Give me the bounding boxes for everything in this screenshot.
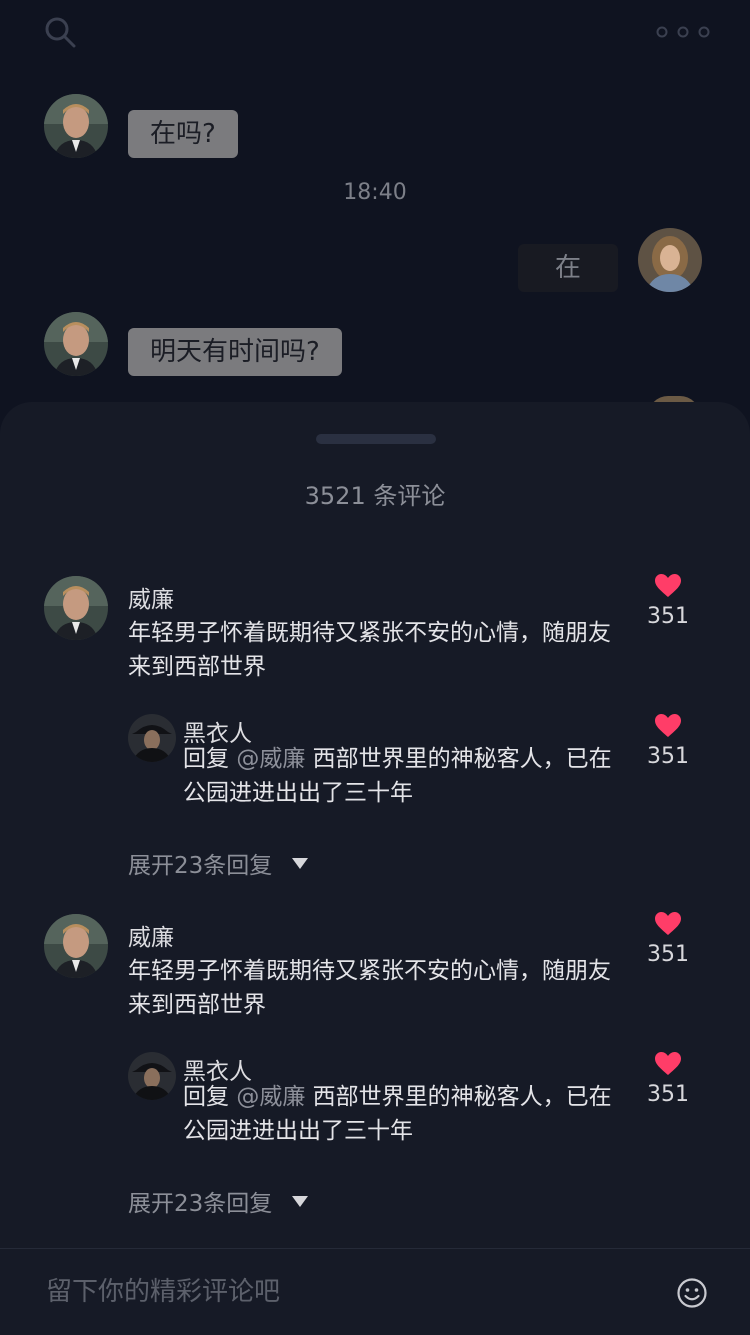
comment-text: 年轻男子怀着既期待又紧张不安的心情，随朋友来到西部世界 [128,620,611,680]
like-button[interactable]: 351 [638,574,698,629]
expand-replies-button[interactable]: 展开23条回复 [128,1184,309,1218]
expand-replies-button[interactable]: 展开23条回复 [128,846,309,880]
like-button[interactable]: 351 [638,1052,698,1107]
like-count: 351 [647,604,689,629]
reply-prefix: 回复 [183,746,229,772]
like-count: 351 [647,744,689,769]
comment-text: 年轻男子怀着既期待又紧张不安的心情，随朋友来到西部世界 [128,958,611,1018]
avatar[interactable] [128,1052,176,1100]
drag-handle[interactable] [316,434,436,444]
top-bar [0,0,750,64]
reply-mention[interactable]: @威廉 [236,1084,305,1110]
heart-icon [655,1052,681,1075]
reply-text: 回复 @威廉 西部世界里的神秘客人，已在公园进进出出了三十年 [183,1080,613,1148]
avatar[interactable] [44,914,108,978]
reply-prefix: 回复 [183,1084,229,1110]
chat-bubble: 明天有时间吗? [128,328,342,376]
like-button[interactable]: 351 [638,912,698,967]
reply-text: 回复 @威廉 西部世界里的神秘客人，已在公园进进出出了三十年 [183,742,613,810]
comment-count: 3521 条评论 [304,482,446,510]
heart-icon [655,912,681,935]
avatar[interactable] [128,714,176,762]
chat-timestamp: 18:40 [343,180,407,205]
expand-label: 展开23条回复 [128,1191,273,1217]
avatar[interactable] [44,94,108,158]
expand-label: 展开23条回复 [128,853,273,879]
comment-input[interactable] [44,1267,628,1317]
like-button[interactable]: 351 [638,714,698,769]
reply-mention[interactable]: @威廉 [236,746,305,772]
comments-sheet: 3521 条评论 威廉 年轻男子怀着既期待又紧张不安的心情，随朋友来到西部世界 … [0,402,750,1334]
emoji-icon[interactable] [676,1277,708,1309]
like-count: 351 [647,942,689,967]
chat-bubble: 在 [518,244,618,292]
comment-author[interactable]: 威廉 [128,580,174,614]
heart-icon [655,714,681,737]
chevron-down-icon [292,1195,309,1207]
avatar[interactable] [44,312,108,376]
chat-bubble: 在吗? [128,110,238,158]
heart-icon [655,574,681,597]
avatar[interactable] [638,228,702,292]
chevron-down-icon [292,857,309,869]
comment-author[interactable]: 威廉 [128,918,174,952]
more-icon[interactable] [656,26,710,38]
avatar[interactable] [44,576,108,640]
like-count: 351 [647,1082,689,1107]
search-icon[interactable] [44,16,76,48]
chat-area: 在吗? 18:40 在 明天有时间吗? [0,0,750,420]
comment-input-bar [0,1248,750,1335]
